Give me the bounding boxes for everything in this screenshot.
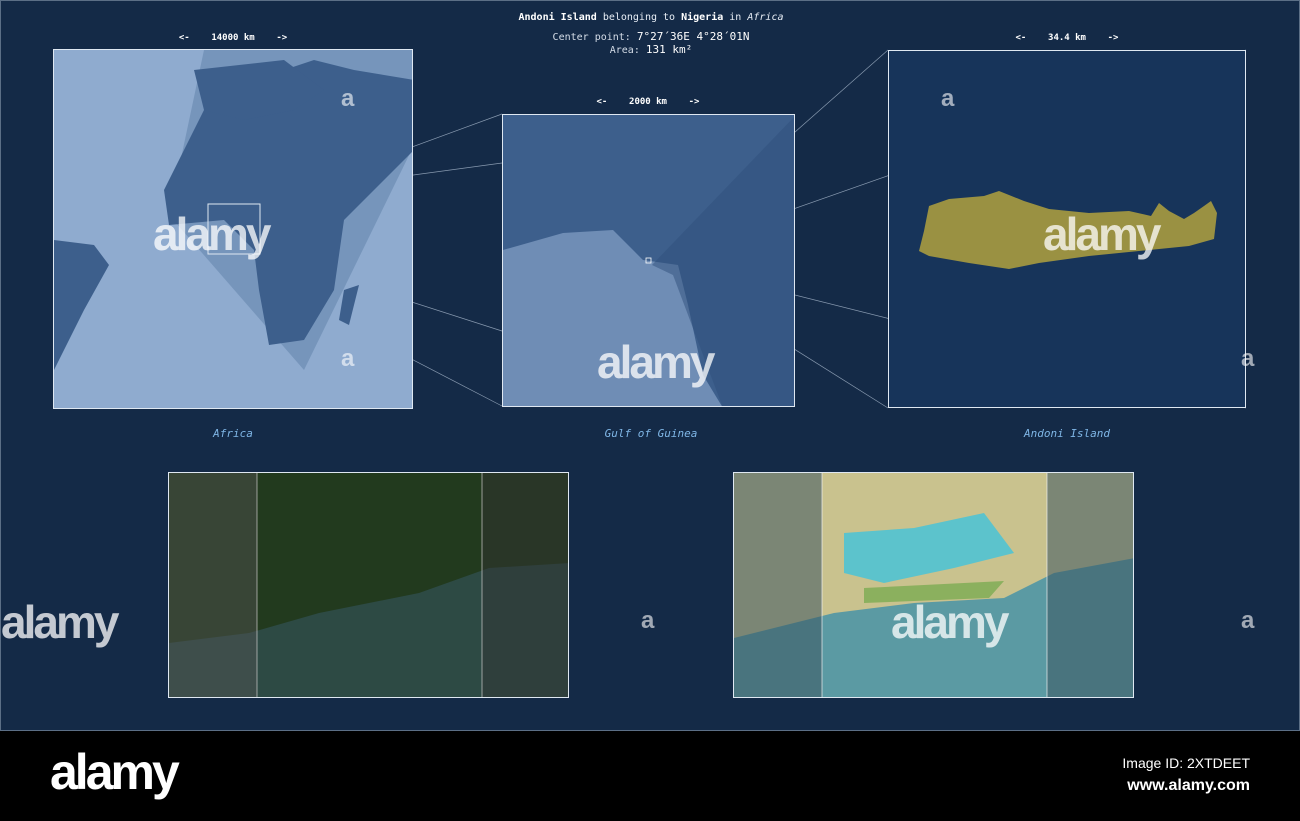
topographic-map[interactable]	[733, 472, 1134, 698]
watermark-small: a	[641, 607, 655, 634]
watermark-small: a	[341, 345, 355, 372]
alamy-url[interactable]: www.alamy.com	[1127, 777, 1250, 795]
watermark-small: a	[1241, 607, 1255, 634]
map-canvas: Andoni Island belonging to Nigeria in Af…	[0, 0, 1300, 731]
watermark: alamy	[597, 336, 715, 388]
caption-island: Andoni Island	[1023, 427, 1111, 440]
image-id: Image ID: 2XTDEET	[1122, 755, 1250, 771]
satellite-imagery	[169, 473, 568, 697]
caption-africa: Africa	[213, 427, 253, 440]
watermark: alamy	[1, 596, 119, 648]
watermark: alamy	[891, 596, 1009, 648]
watermark-small: a	[941, 85, 955, 112]
topographic-imagery	[734, 473, 1133, 697]
footer: alamy Image ID: 2XTDEET www.alamy.com	[0, 731, 1300, 821]
watermark: alamy	[153, 208, 271, 260]
satellite-map[interactable]	[168, 472, 569, 698]
alamy-logo: alamy	[50, 744, 180, 800]
watermark-small: a	[341, 85, 355, 112]
watermark: alamy	[1043, 208, 1161, 260]
watermark-small: a	[1241, 345, 1255, 372]
caption-gulf: Gulf of Guinea	[604, 427, 698, 440]
